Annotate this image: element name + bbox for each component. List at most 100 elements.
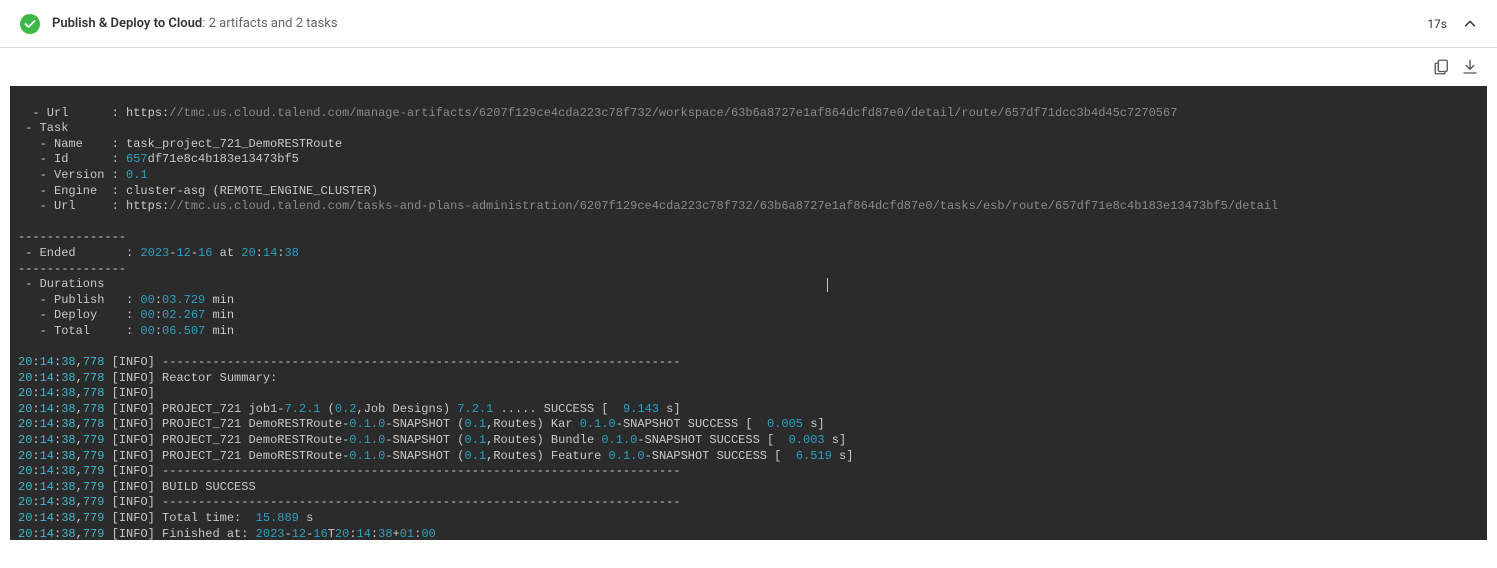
log-text: - Name : <box>18 137 126 151</box>
log-text: 20 <box>18 464 32 478</box>
horizontal-scrollbar[interactable] <box>10 540 1487 556</box>
log-text: -SNAPSHOT SUCCESS [ <box>637 433 788 447</box>
log-text: [INFO] <box>104 402 162 416</box>
log-text: 38 <box>61 371 75 385</box>
copy-log-icon[interactable] <box>1433 58 1451 76</box>
log-text: 0.1 <box>465 417 487 431</box>
log-text: 2023 <box>256 527 285 540</box>
log-text: //tmc.us.cloud.talend.com/manage-artifac… <box>169 106 1177 120</box>
log-text: min <box>205 324 234 338</box>
log-text: 779 <box>83 527 105 540</box>
log-text: Finished at: <box>162 527 256 540</box>
log-text: https: <box>126 106 169 120</box>
log-text: 14 <box>40 417 54 431</box>
log-text: 14 <box>40 449 54 463</box>
log-text: - Task <box>18 121 68 135</box>
log-text: - Url : <box>18 106 126 120</box>
log-toolbar <box>0 48 1497 86</box>
log-text: 16 <box>198 246 212 260</box>
log-text: 0.005 <box>767 417 803 431</box>
collapse-chevron-icon[interactable] <box>1463 17 1477 31</box>
log-text: 38 <box>61 417 75 431</box>
log-text: 20 <box>18 527 32 540</box>
log-text: 778 <box>83 402 105 416</box>
log-text: 20 <box>18 402 32 416</box>
log-text: Total time: <box>162 511 256 525</box>
log-text: ,Job Designs) <box>357 402 458 416</box>
log-text: Reactor Summary: <box>162 371 277 385</box>
log-text: 06.507 <box>162 324 205 338</box>
log-text: - Url : <box>18 199 126 213</box>
log-text: 03.729 <box>162 293 205 307</box>
log-text: ----------------------------------------… <box>162 495 680 509</box>
log-text: 38 <box>61 480 75 494</box>
log-text: s] <box>803 417 825 431</box>
log-output[interactable]: - Url : https://tmc.us.cloud.talend.com/… <box>10 86 1487 540</box>
log-text: [INFO] <box>104 433 162 447</box>
log-text: - Ended : <box>18 246 140 260</box>
log-text: 14 <box>40 464 54 478</box>
log-text: 38 <box>61 433 75 447</box>
log-text: 00 <box>140 308 154 322</box>
log-text: //tmc.us.cloud.talend.com/tasks-and-plan… <box>169 199 1278 213</box>
log-text: -SNAPSHOT SUCCESS [ <box>616 417 767 431</box>
step-subtitle: : 2 artifacts and 2 tasks <box>202 16 337 31</box>
log-text: 0.1 <box>126 168 148 182</box>
log-text: - Total : <box>18 324 140 338</box>
log-text: min <box>205 308 234 322</box>
log-text: 20 <box>18 417 32 431</box>
log-text: task_project_721_DemoRESTRoute <box>126 137 342 151</box>
log-text: 01 <box>400 527 414 540</box>
log-text: ,Routes) Feature <box>486 449 608 463</box>
log-text: 38 <box>61 449 75 463</box>
log-text: 0.1.0 <box>601 433 637 447</box>
log-text: 38 <box>378 527 392 540</box>
log-text: 20 <box>18 449 32 463</box>
log-text: 14 <box>40 511 54 525</box>
log-text: s] <box>825 433 847 447</box>
log-text: 778 <box>83 371 105 385</box>
log-text: 20 <box>18 511 32 525</box>
log-text: 20 <box>335 527 349 540</box>
log-text: 02.267 <box>162 308 205 322</box>
log-text: cluster-asg (REMOTE_ENGINE_CLUSTER) <box>126 184 378 198</box>
log-text: PROJECT_721 DemoRESTRoute- <box>162 417 349 431</box>
log-text: 779 <box>83 464 105 478</box>
log-text: 20 <box>18 480 32 494</box>
step-header: Publish & Deploy to Cloud : 2 artifacts … <box>0 0 1497 48</box>
success-check-icon <box>20 14 40 34</box>
log-text: 20 <box>18 433 32 447</box>
log-text: 0.1.0 <box>349 433 385 447</box>
log-text: 779 <box>83 495 105 509</box>
log-text: [INFO] <box>104 464 162 478</box>
log-text: 12 <box>292 527 306 540</box>
log-text: 14 <box>40 495 54 509</box>
log-text: 0.1.0 <box>349 417 385 431</box>
log-text: 20 <box>241 246 255 260</box>
log-text: --------------- <box>18 230 126 244</box>
log-text: PROJECT_721 job1- <box>162 402 284 416</box>
log-text: 9.143 <box>623 402 659 416</box>
log-text: 779 <box>83 449 105 463</box>
log-text: [INFO] <box>104 511 162 525</box>
log-text: 00 <box>140 324 154 338</box>
log-text: -SNAPSHOT ( <box>385 417 464 431</box>
log-text: 0.1.0 <box>609 449 645 463</box>
log-text: 12 <box>176 246 190 260</box>
log-text: min <box>205 293 234 307</box>
log-text: PROJECT_721 DemoRESTRoute- <box>162 433 349 447</box>
log-text: 20 <box>18 386 32 400</box>
log-text: s] <box>832 449 854 463</box>
log-text: ,Routes) Bundle <box>486 433 601 447</box>
log-text: ..... SUCCESS [ <box>493 402 623 416</box>
log-text: 0.1 <box>465 433 487 447</box>
log-text: [INFO] <box>104 417 162 431</box>
log-text: - Engine : <box>18 184 126 198</box>
log-text: 7.2.1 <box>457 402 493 416</box>
log-text: - Durations <box>18 277 104 291</box>
download-log-icon[interactable] <box>1461 58 1479 76</box>
log-text: 14 <box>40 386 54 400</box>
log-text: --------------- <box>18 262 126 276</box>
log-text: 38 <box>61 386 75 400</box>
log-text: - Publish : <box>18 293 140 307</box>
